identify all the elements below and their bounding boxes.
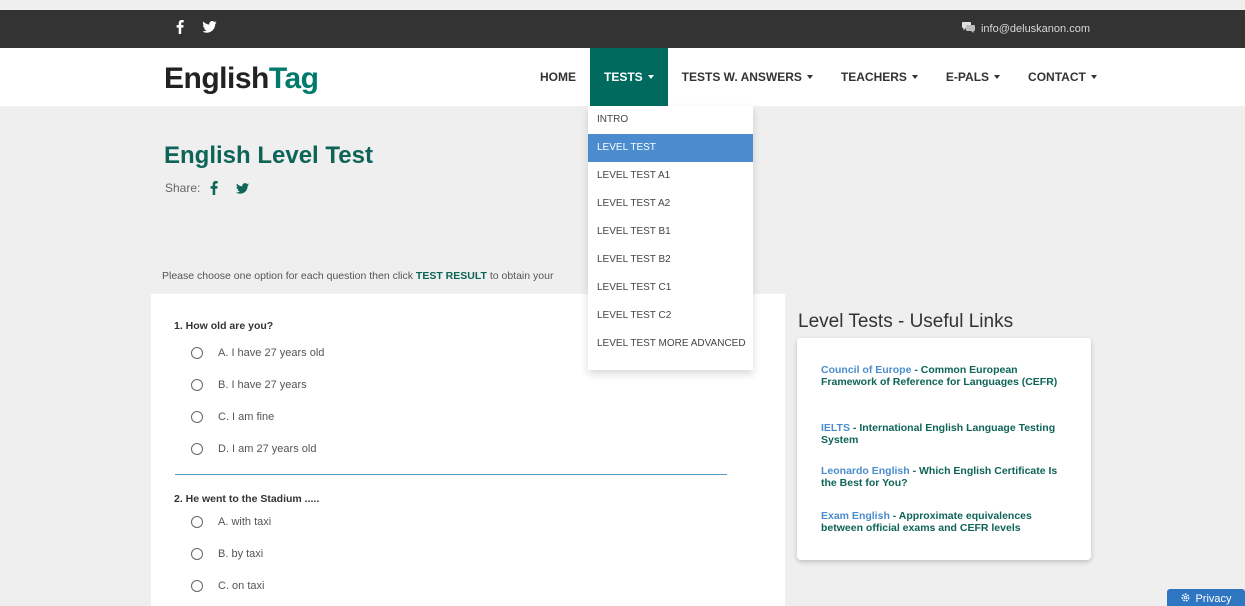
q1-option-c[interactable]: C. I am fine (191, 411, 274, 423)
dropdown-item-level-test-a1[interactable]: LEVEL TEST A1 (588, 162, 753, 190)
nav-tests-with-answers-label: TESTS W. ANSWERS (681, 70, 802, 84)
tests-dropdown-menu: INTRO LEVEL TEST LEVEL TEST A1 LEVEL TES… (588, 106, 753, 370)
nav-tests[interactable]: TESTS (590, 48, 668, 106)
radio-button[interactable] (191, 411, 203, 423)
useful-links-card: Council of Europe - Common European Fram… (797, 338, 1091, 560)
nav-epals-label: E-PALS (945, 70, 990, 84)
privacy-button[interactable]: Privacy (1167, 589, 1245, 606)
chat-icon (961, 22, 975, 36)
radio-button[interactable] (191, 347, 203, 359)
radio-button[interactable] (191, 516, 203, 528)
nav-home[interactable]: HOME (526, 48, 590, 106)
site-logo[interactable]: EnglishTag (164, 62, 319, 96)
link-council-of-europe[interactable]: Council of Europe - Common European Fram… (821, 364, 1071, 388)
question-2: 2. He went to the Stadium ..... (174, 493, 320, 505)
link-source: Council of Europe (821, 364, 912, 376)
nav-tests-label: TESTS (604, 70, 643, 84)
nav-epals[interactable]: E-PALS (932, 48, 1014, 106)
question-divider (175, 474, 727, 475)
caret-down-icon (806, 75, 813, 79)
link-leonardo-english[interactable]: Leonardo English - Which English Certifi… (821, 465, 1071, 489)
instructions-post: to obtain your (486, 270, 554, 282)
option-label: A. I have 27 years old (218, 347, 325, 359)
link-exam-english[interactable]: Exam English - Approximate equivalences … (821, 510, 1071, 534)
dropdown-item-level-test-c2[interactable]: LEVEL TEST C2 (588, 302, 753, 330)
option-label: B. by taxi (218, 548, 264, 560)
q2-option-c[interactable]: C. on taxi (191, 580, 264, 592)
main-nav: HOME TESTS TESTS W. ANSWERS TEACHERS E-P… (526, 48, 1111, 106)
facebook-icon[interactable] (210, 181, 219, 195)
dropdown-item-intro[interactable]: INTRO (588, 106, 753, 134)
link-ielts[interactable]: IELTS - International English Language T… (821, 422, 1071, 446)
q1-option-d[interactable]: D. I am 27 years old (191, 443, 316, 455)
caret-down-icon (647, 75, 654, 79)
instructions-test-result: TEST RESULT (415, 270, 487, 282)
logo-text-english: English (164, 62, 269, 95)
dropdown-item-level-test[interactable]: LEVEL TEST (588, 134, 753, 162)
link-source: Exam English (821, 510, 890, 522)
q1-option-b[interactable]: B. I have 27 years (191, 379, 307, 391)
link-text: - International English Language Testing… (821, 422, 1056, 446)
nav-tests-with-answers[interactable]: TESTS W. ANSWERS (668, 48, 827, 106)
top-bar: info@deluskanon.com (0, 10, 1245, 48)
q1-option-a[interactable]: A. I have 27 years old (191, 347, 324, 359)
radio-button[interactable] (191, 443, 203, 455)
option-label: C. on taxi (218, 580, 265, 592)
nav-contact[interactable]: CONTACT (1014, 48, 1111, 106)
social-links (176, 20, 217, 34)
radio-button[interactable] (191, 379, 203, 391)
facebook-icon[interactable] (176, 20, 184, 34)
email-text: info@deluskanon.com (980, 23, 1090, 35)
caret-down-icon (994, 75, 1001, 79)
q2-option-a[interactable]: A. with taxi (191, 516, 271, 528)
privacy-label: Privacy (1195, 593, 1232, 605)
logo-text-tag: Tag (268, 62, 319, 95)
share-bar: Share: (165, 181, 250, 195)
page-title: English Level Test (164, 142, 373, 169)
radio-button[interactable] (191, 580, 203, 592)
twitter-icon[interactable] (236, 182, 250, 194)
option-label: B. I have 27 years (218, 379, 307, 391)
nav-teachers-label: TEACHERS (840, 70, 907, 84)
dropdown-item-level-test-b2[interactable]: LEVEL TEST B2 (588, 246, 753, 274)
useful-links-heading: Level Tests - Useful Links (798, 311, 1014, 332)
option-label: D. I am 27 years old (218, 443, 317, 455)
radio-button[interactable] (191, 548, 203, 560)
question-1: 1. How old are you? (174, 320, 274, 332)
link-source: Leonardo English (821, 465, 910, 477)
contact-email[interactable]: info@deluskanon.com (961, 22, 1090, 36)
twitter-icon[interactable] (202, 21, 217, 33)
instructions-pre: Please choose one option for each questi… (162, 270, 416, 282)
option-label: C. I am fine (218, 411, 275, 423)
dropdown-item-level-test-b1[interactable]: LEVEL TEST B1 (588, 218, 753, 246)
main-navbar: EnglishTag HOME TESTS TESTS W. ANSWERS T… (0, 48, 1245, 106)
link-source: IELTS (821, 422, 850, 434)
gear-icon (1180, 592, 1191, 606)
dropdown-item-level-test-more-advanced[interactable]: LEVEL TEST MORE ADVANCED (588, 330, 753, 358)
dropdown-item-level-test-c1[interactable]: LEVEL TEST C1 (588, 274, 753, 302)
instructions-text: Please choose one option for each questi… (162, 270, 553, 282)
q2-option-b[interactable]: B. by taxi (191, 548, 263, 560)
nav-teachers[interactable]: TEACHERS (827, 48, 932, 106)
share-label: Share: (165, 181, 201, 195)
caret-down-icon (1090, 75, 1097, 79)
dropdown-item-level-test-a2[interactable]: LEVEL TEST A2 (588, 190, 753, 218)
nav-contact-label: CONTACT (1028, 70, 1086, 84)
caret-down-icon (911, 75, 918, 79)
option-label: A. with taxi (218, 516, 272, 528)
nav-home-label: HOME (540, 70, 576, 84)
